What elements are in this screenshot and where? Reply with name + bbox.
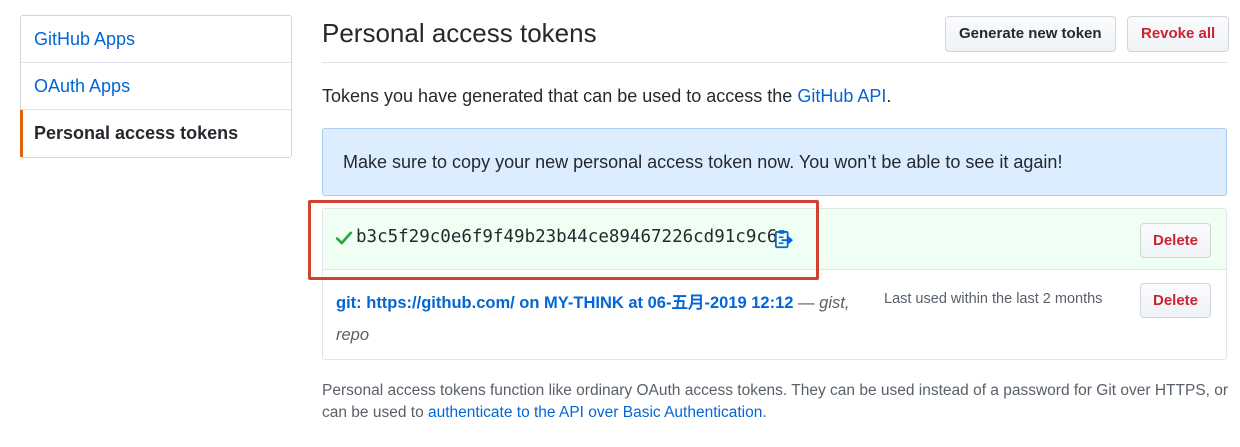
footnote-text: Personal access tokens function like ord… (322, 380, 1232, 424)
check-icon (335, 231, 353, 245)
footnote-text-end: . (762, 404, 767, 421)
generate-new-token-button[interactable]: Generate new token (945, 16, 1116, 52)
sidebar-item-github-apps[interactable]: GitHub Apps (21, 16, 291, 63)
page-title: Personal access tokens (322, 18, 597, 48)
delete-new-token-button[interactable]: Delete (1140, 223, 1212, 258)
sidebar-item-personal-access-tokens[interactable]: Personal access tokens (20, 110, 291, 157)
last-used-text: Last used within the last 2 months (884, 291, 1103, 307)
github-api-link[interactable]: GitHub API (797, 86, 886, 106)
header-divider (322, 62, 1228, 63)
new-token-row: b3c5f29c0e6f9f49b23b44ce89467226cd91c9c6… (308, 200, 1226, 280)
intro-text-body: Tokens you have generated that can be us… (322, 86, 798, 106)
copy-token-flash: Make sure to copy your new personal acce… (322, 128, 1227, 196)
new-token-value[interactable]: b3c5f29c0e6f9f49b23b44ce89467226cd91c9c6 (356, 227, 777, 247)
basic-auth-link[interactable]: authenticate to the API over Basic Authe… (428, 404, 762, 421)
sidebar-item-oauth-apps[interactable]: OAuth Apps (21, 63, 291, 110)
intro-text: Tokens you have generated that can be us… (322, 86, 891, 107)
existing-token-description: git: https://github.com/ on MY-THINK at … (336, 287, 866, 351)
token-list: b3c5f29c0e6f9f49b23b44ce89467226cd91c9c6… (308, 200, 1227, 360)
revoke-all-button[interactable]: Revoke all (1127, 16, 1230, 52)
existing-token-name-link[interactable]: git: https://github.com/ on MY-THINK at … (336, 294, 793, 312)
clipboard-icon[interactable] (774, 229, 793, 249)
scope-separator: — (793, 294, 820, 312)
settings-sidebar: GitHub Apps OAuth Apps Personal access t… (20, 15, 292, 158)
intro-text-end: . (886, 86, 892, 106)
delete-existing-token-button[interactable]: Delete (1140, 283, 1212, 318)
